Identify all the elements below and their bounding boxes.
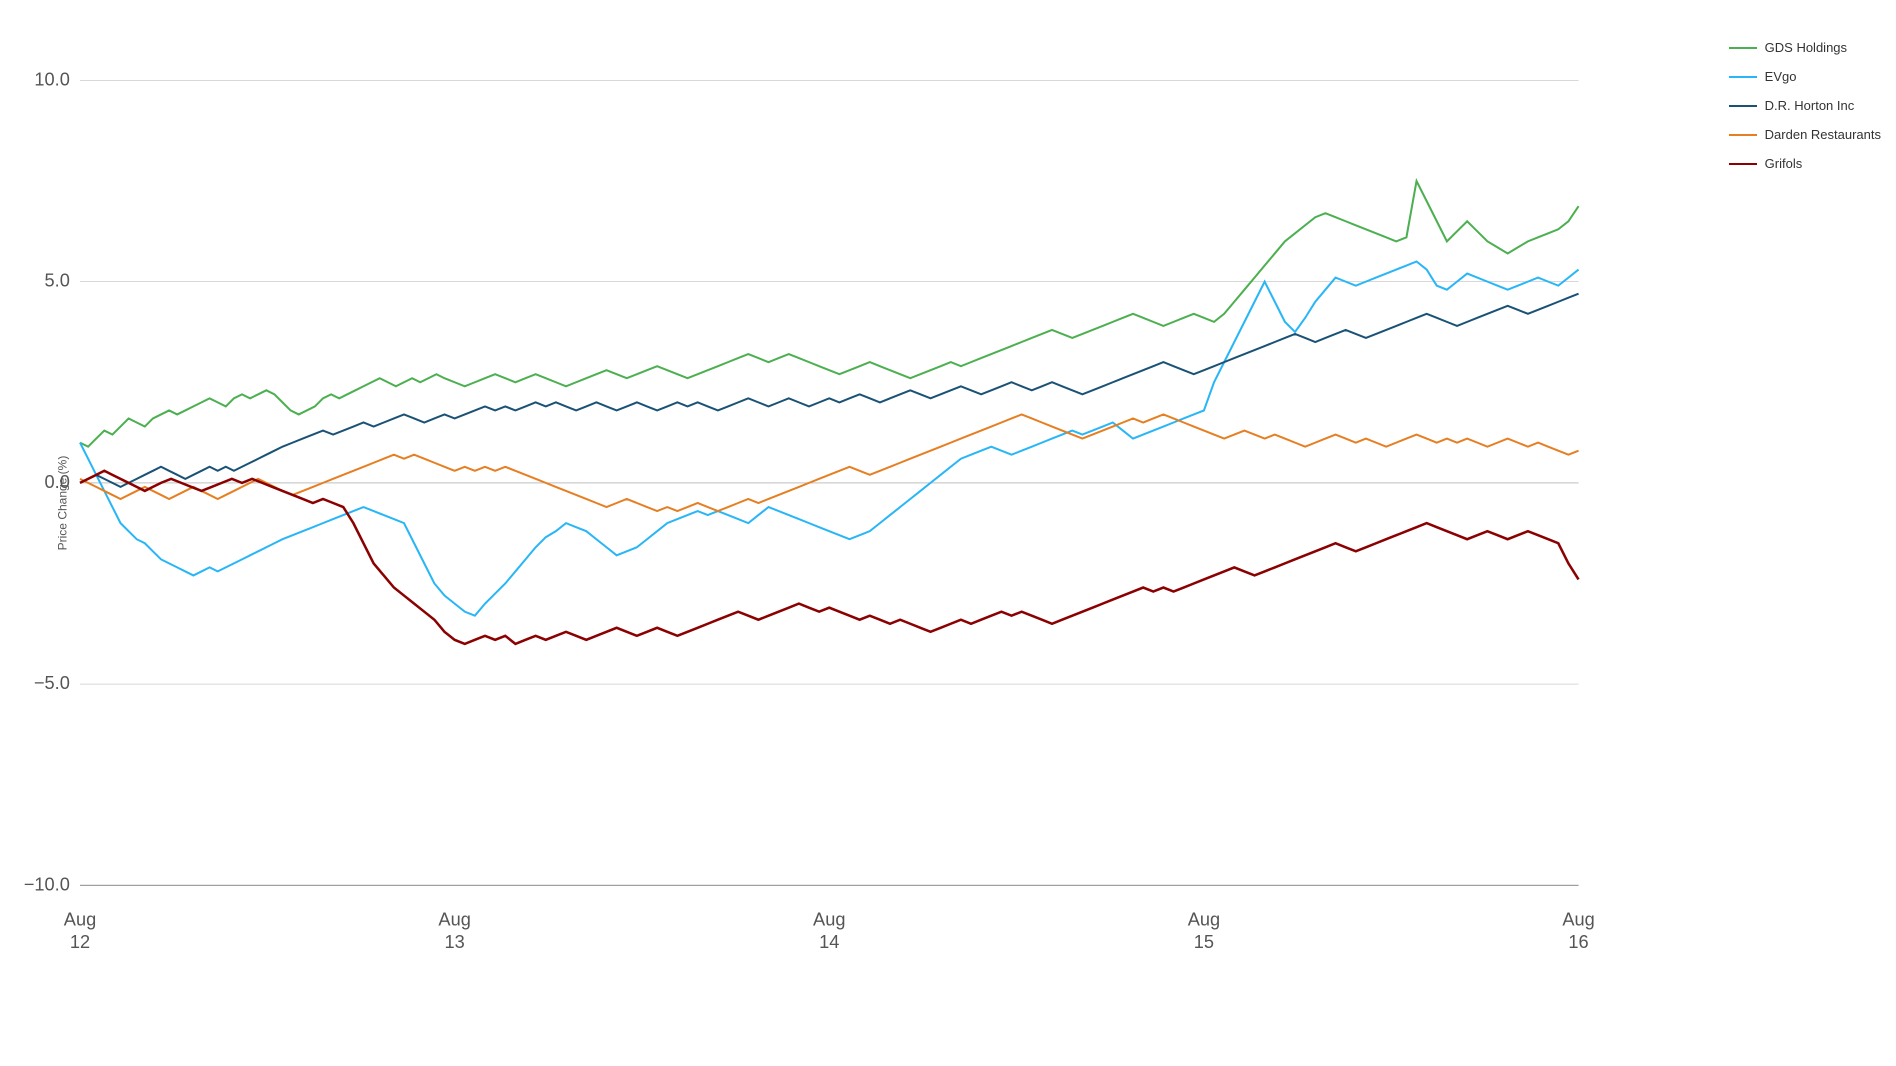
legend-item-evgo: EVgo bbox=[1729, 69, 1881, 84]
gds-holdings-line bbox=[80, 181, 1579, 447]
svg-text:10.0: 10.0 bbox=[34, 69, 69, 89]
legend-label-grifols: Grifols bbox=[1765, 156, 1803, 171]
svg-text:Aug: Aug bbox=[813, 910, 845, 930]
legend-line-grifols bbox=[1729, 163, 1757, 165]
svg-text:Aug: Aug bbox=[64, 910, 96, 930]
svg-text:15: 15 bbox=[1194, 932, 1214, 952]
legend-item-darden: Darden Restaurants bbox=[1729, 127, 1881, 142]
legend-line-evgo bbox=[1729, 76, 1757, 78]
svg-text:16: 16 bbox=[1568, 932, 1588, 952]
svg-text:−10.0: −10.0 bbox=[24, 874, 70, 894]
dr-horton-line bbox=[80, 294, 1579, 487]
grifols-line bbox=[80, 471, 1579, 644]
chart-container: Price Change (%) 10.0 5.0 0.0 −5.0 −10.0… bbox=[0, 0, 1896, 1066]
darden-line bbox=[80, 414, 1579, 511]
legend-item-drhorton: D.R. Horton Inc bbox=[1729, 98, 1881, 113]
legend-label-drhorton: D.R. Horton Inc bbox=[1765, 98, 1855, 113]
legend-line-drhorton bbox=[1729, 105, 1757, 107]
svg-text:Aug: Aug bbox=[1188, 910, 1220, 930]
svg-text:14: 14 bbox=[819, 932, 839, 952]
svg-text:5.0: 5.0 bbox=[45, 271, 70, 291]
chart-area: Price Change (%) 10.0 5.0 0.0 −5.0 −10.0… bbox=[80, 20, 1696, 986]
legend-label-darden: Darden Restaurants bbox=[1765, 127, 1881, 142]
svg-text:13: 13 bbox=[445, 932, 465, 952]
y-axis-label: Price Change (%) bbox=[55, 456, 69, 551]
main-chart: 10.0 5.0 0.0 −5.0 −10.0 Aug 12 Aug 13 Au… bbox=[80, 20, 1696, 986]
chart-legend: GDS Holdings EVgo D.R. Horton Inc Darden… bbox=[1729, 40, 1881, 171]
legend-item-grifols: Grifols bbox=[1729, 156, 1881, 171]
legend-label-gds: GDS Holdings bbox=[1765, 40, 1847, 55]
legend-item-gds: GDS Holdings bbox=[1729, 40, 1881, 55]
legend-line-darden bbox=[1729, 134, 1757, 136]
svg-text:12: 12 bbox=[70, 932, 90, 952]
svg-text:Aug: Aug bbox=[438, 910, 470, 930]
legend-line-gds bbox=[1729, 47, 1757, 49]
svg-text:−5.0: −5.0 bbox=[34, 673, 70, 693]
svg-text:Aug: Aug bbox=[1562, 910, 1594, 930]
legend-label-evgo: EVgo bbox=[1765, 69, 1797, 84]
